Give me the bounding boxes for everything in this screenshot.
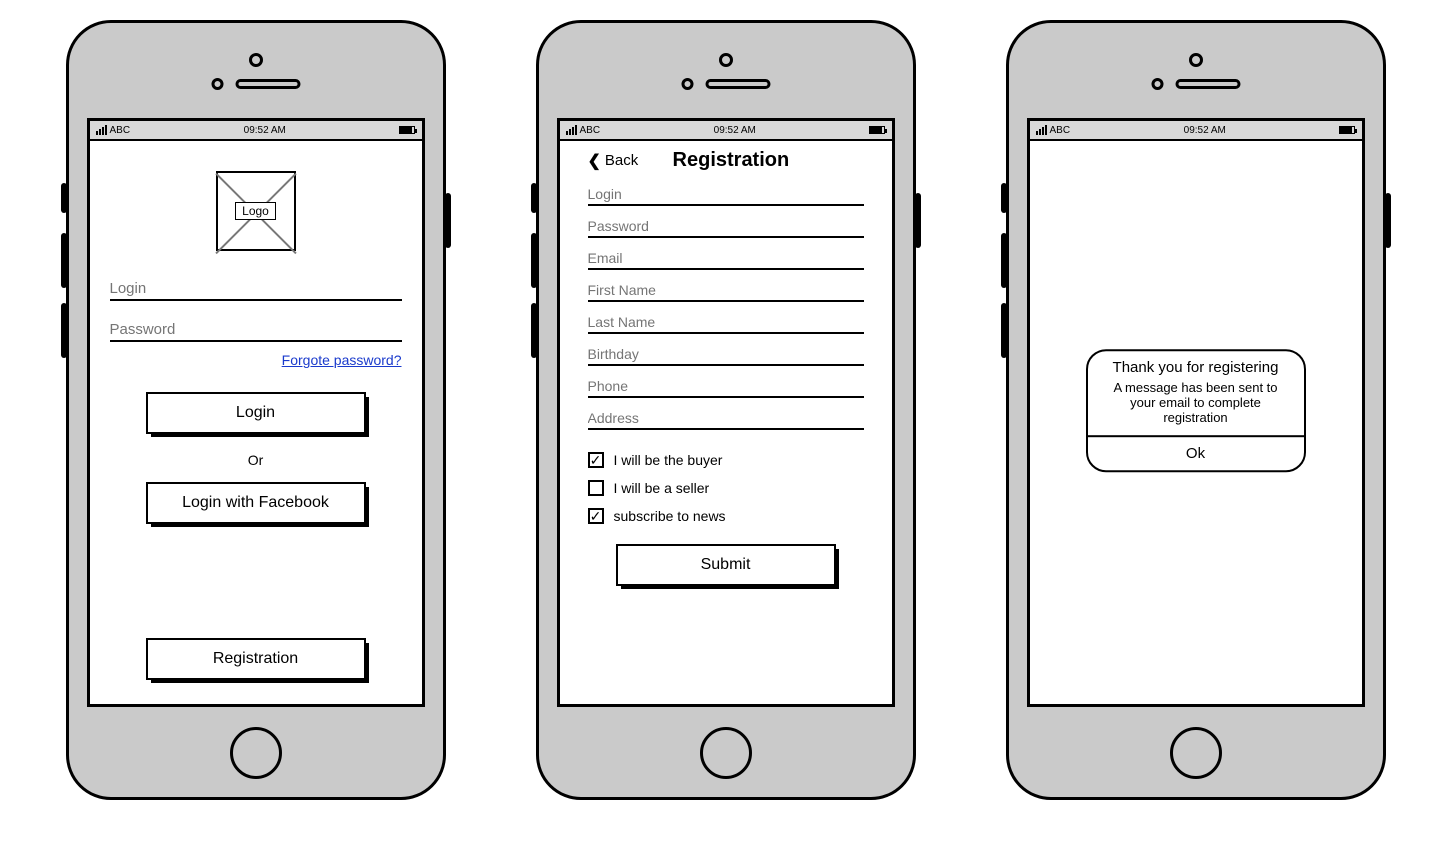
dialog-message: A message has been sent to your email to…	[1088, 380, 1304, 435]
checkbox-buyer-label: I will be the buyer	[614, 452, 723, 468]
phone-side-button	[915, 193, 921, 248]
reg-lastname-input[interactable]	[588, 310, 864, 334]
dialog-title: Thank you for registering	[1088, 351, 1304, 380]
carrier-label: ABC	[580, 125, 601, 136]
login-button[interactable]: Login	[146, 392, 366, 434]
reg-login-input[interactable]	[588, 182, 864, 206]
checkbox-seller[interactable]	[588, 480, 604, 496]
submit-button[interactable]: Submit	[616, 544, 836, 586]
phone-side-button	[61, 233, 67, 288]
reg-password-input[interactable]	[588, 214, 864, 238]
status-bar: ABC 09:52 AM	[1030, 121, 1362, 141]
forgot-password-link[interactable]: Forgote password?	[110, 352, 402, 368]
or-separator: Or	[110, 452, 402, 468]
phone-camera-icon	[719, 53, 733, 67]
signal-icon	[1036, 125, 1047, 135]
login-facebook-button[interactable]: Login with Facebook	[146, 482, 366, 524]
phone-side-button	[1001, 303, 1007, 358]
phone-speaker-row	[681, 78, 770, 90]
phone-speaker-icon	[1175, 79, 1240, 89]
phone-side-button	[531, 183, 537, 213]
phone-camera-icon	[249, 53, 263, 67]
reg-firstname-input[interactable]	[588, 278, 864, 302]
phone-side-button	[61, 303, 67, 358]
phone-camera-icon	[1189, 53, 1203, 67]
phone-registration: ABC 09:52 AM ❮ Back Registration	[536, 20, 916, 800]
logo-placeholder: Logo	[216, 171, 296, 251]
page-title: Registration	[598, 149, 863, 172]
screen-registration: ABC 09:52 AM ❮ Back Registration	[557, 118, 895, 707]
carrier-label: ABC	[1050, 125, 1071, 136]
phone-sensor-icon	[1151, 78, 1163, 90]
signal-icon	[566, 125, 577, 135]
home-button[interactable]	[1170, 727, 1222, 779]
checkbox-seller-label: I will be a seller	[614, 480, 710, 496]
login-input[interactable]	[110, 276, 402, 301]
phone-side-button	[61, 183, 67, 213]
screen-login: ABC 09:52 AM Logo Forgote password? Logi…	[87, 118, 425, 707]
dialog-ok-button[interactable]: Ok	[1088, 435, 1304, 470]
confirmation-dialog: Thank you for registering A message has …	[1086, 349, 1306, 472]
phone-sensor-icon	[681, 78, 693, 90]
phone-speaker-icon	[705, 79, 770, 89]
clock-label: 09:52 AM	[1184, 125, 1226, 136]
logo-label: Logo	[235, 202, 276, 220]
phone-speaker-icon	[235, 79, 300, 89]
clock-label: 09:52 AM	[244, 125, 286, 136]
phone-confirmation: ABC 09:52 AM Thank you for registering A…	[1006, 20, 1386, 800]
phone-side-button	[1001, 233, 1007, 288]
battery-icon	[399, 126, 415, 134]
reg-birthday-input[interactable]	[588, 342, 864, 366]
phone-side-button	[531, 233, 537, 288]
status-bar: ABC 09:52 AM	[560, 121, 892, 141]
phone-side-button	[1385, 193, 1391, 248]
password-input[interactable]	[110, 317, 402, 342]
phone-side-button	[445, 193, 451, 248]
reg-address-input[interactable]	[588, 406, 864, 430]
carrier-label: ABC	[110, 125, 131, 136]
checkbox-news-label: subscribe to news	[614, 508, 726, 524]
battery-icon	[1339, 126, 1355, 134]
signal-icon	[96, 125, 107, 135]
reg-email-input[interactable]	[588, 246, 864, 270]
phone-speaker-row	[1151, 78, 1240, 90]
registration-button[interactable]: Registration	[146, 638, 366, 680]
clock-label: 09:52 AM	[714, 125, 756, 136]
checkbox-news[interactable]	[588, 508, 604, 524]
phone-side-button	[1001, 183, 1007, 213]
screen-confirmation: ABC 09:52 AM Thank you for registering A…	[1027, 118, 1365, 707]
reg-phone-input[interactable]	[588, 374, 864, 398]
phone-side-button	[531, 303, 537, 358]
checkbox-buyer[interactable]	[588, 452, 604, 468]
battery-icon	[869, 126, 885, 134]
status-bar: ABC 09:52 AM	[90, 121, 422, 141]
phone-login: ABC 09:52 AM Logo Forgote password? Logi…	[66, 20, 446, 800]
phone-speaker-row	[211, 78, 300, 90]
phone-sensor-icon	[211, 78, 223, 90]
home-button[interactable]	[700, 727, 752, 779]
home-button[interactable]	[230, 727, 282, 779]
